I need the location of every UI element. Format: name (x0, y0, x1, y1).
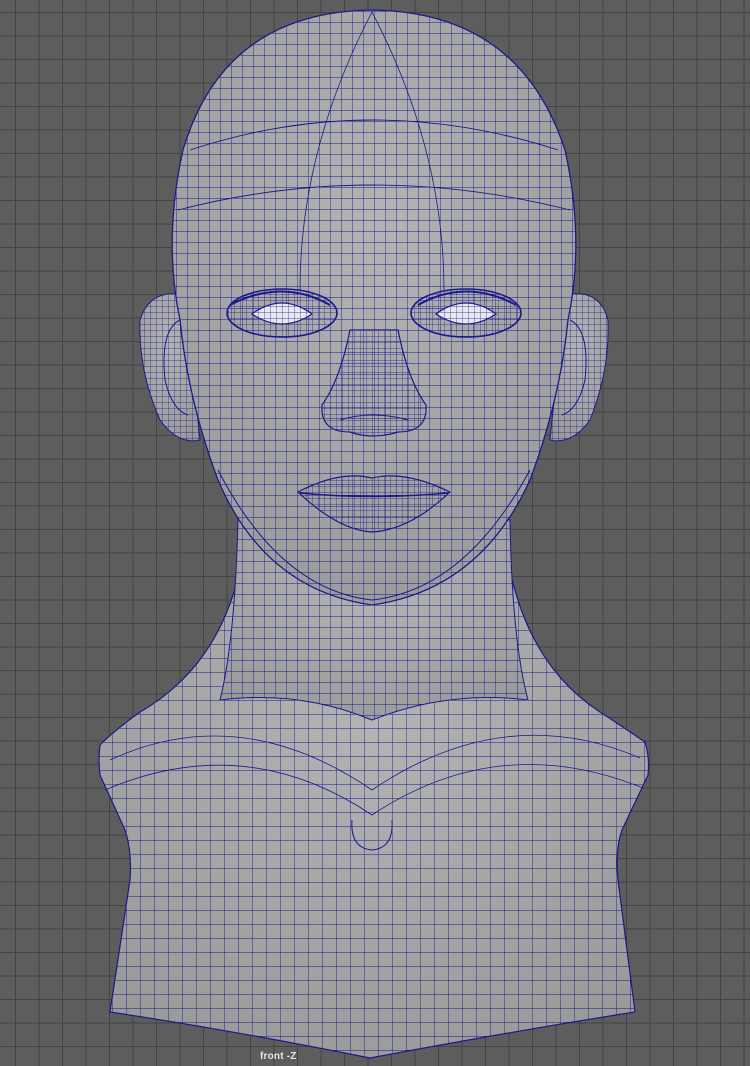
right-eye[interactable] (410, 288, 522, 338)
camera-label: front -Z (260, 1051, 297, 1062)
left-eye[interactable] (226, 288, 338, 338)
head-bust-mesh[interactable] (0, 0, 750, 1066)
maya-front-viewport[interactable]: front -Z (0, 0, 750, 1066)
